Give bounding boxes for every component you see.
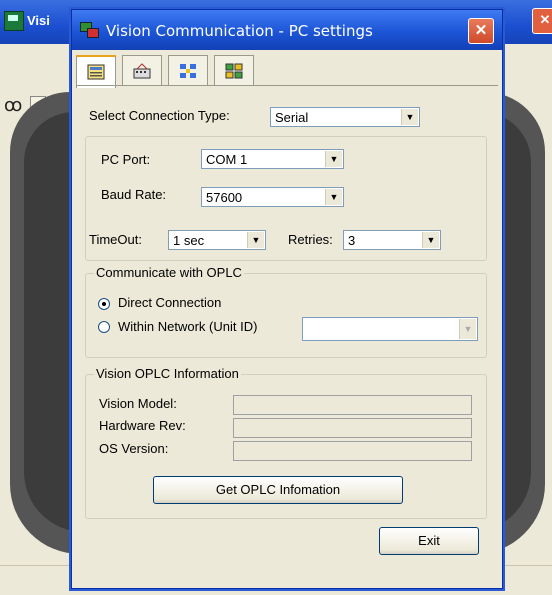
tab-grid[interactable]	[214, 55, 254, 86]
within-network-radio[interactable]	[98, 321, 110, 333]
baud-rate-label: Baud Rate:	[101, 187, 167, 202]
network-icon	[180, 64, 196, 78]
parent-close-icon[interactable]: ✕	[532, 8, 552, 34]
tab-divider	[76, 85, 498, 86]
communicate-group: Communicate with OPLC	[85, 265, 487, 358]
within-network-label[interactable]: Within Network (Unit ID)	[118, 319, 257, 334]
chevron-down-icon[interactable]: ▼	[401, 109, 418, 125]
retries-select[interactable]: 3 ▼	[343, 230, 441, 250]
parent-title: Visi	[27, 13, 50, 28]
device-icon	[133, 63, 151, 79]
get-oplc-info-button[interactable]: Get OPLC Infomation	[153, 476, 403, 504]
tab-pc-settings[interactable]	[76, 55, 116, 88]
hardware-rev-field	[233, 418, 472, 438]
communicate-legend: Communicate with OPLC	[94, 265, 244, 280]
os-version-label: OS Version:	[99, 441, 169, 456]
glasses-icon[interactable]: ꝏ	[4, 95, 22, 116]
tab-network[interactable]	[168, 55, 208, 86]
unit-id-select[interactable]: ▼	[302, 317, 478, 341]
tab-device[interactable]	[122, 55, 162, 86]
connection-type-select[interactable]: Serial ▼	[270, 107, 420, 127]
timeout-label: TimeOut:	[89, 232, 142, 247]
timeout-select[interactable]: 1 sec ▼	[168, 230, 266, 250]
close-icon[interactable]: ✕	[468, 18, 494, 44]
settings-form-icon	[87, 64, 105, 80]
chevron-down-icon[interactable]: ▼	[325, 189, 342, 205]
chevron-down-icon[interactable]: ▼	[247, 232, 264, 248]
dialog-titlebar[interactable]: Vision Communication - PC settings ✕	[72, 10, 502, 50]
retries-label: Retries:	[288, 232, 333, 247]
pc-port-label: PC Port:	[101, 152, 151, 167]
parent-app-icon	[4, 11, 24, 31]
vision-model-field	[233, 395, 472, 415]
timeout-value: 1 sec	[173, 233, 205, 248]
os-version-field	[233, 441, 472, 461]
connection-type-label: Select Connection Type:	[89, 108, 230, 123]
baud-rate-value: 57600	[206, 190, 243, 205]
retries-value: 3	[348, 233, 356, 248]
exit-button[interactable]: Exit	[379, 527, 479, 555]
tab-strip	[76, 55, 500, 88]
hardware-rev-label: Hardware Rev:	[99, 418, 186, 433]
pc-settings-dialog: Vision Communication - PC settings ✕ Sel…	[71, 9, 503, 589]
dialog-title: Vision Communication - PC settings	[106, 22, 373, 40]
vision-model-label: Vision Model:	[99, 396, 177, 411]
grid-icon	[225, 63, 243, 79]
chevron-down-icon[interactable]: ▼	[422, 232, 439, 248]
direct-connection-label[interactable]: Direct Connection	[118, 295, 221, 310]
chevron-down-icon[interactable]: ▼	[325, 151, 342, 167]
direct-connection-radio[interactable]	[98, 298, 110, 310]
connection-type-value: Serial	[275, 110, 309, 125]
chevron-down-icon[interactable]: ▼	[459, 319, 476, 339]
communication-icon	[80, 22, 99, 38]
pc-port-value: COM 1	[206, 152, 248, 167]
oplc-info-legend: Vision OPLC Information	[94, 366, 241, 381]
pc-port-select[interactable]: COM 1 ▼	[201, 149, 344, 169]
baud-rate-select[interactable]: 57600 ▼	[201, 187, 344, 207]
